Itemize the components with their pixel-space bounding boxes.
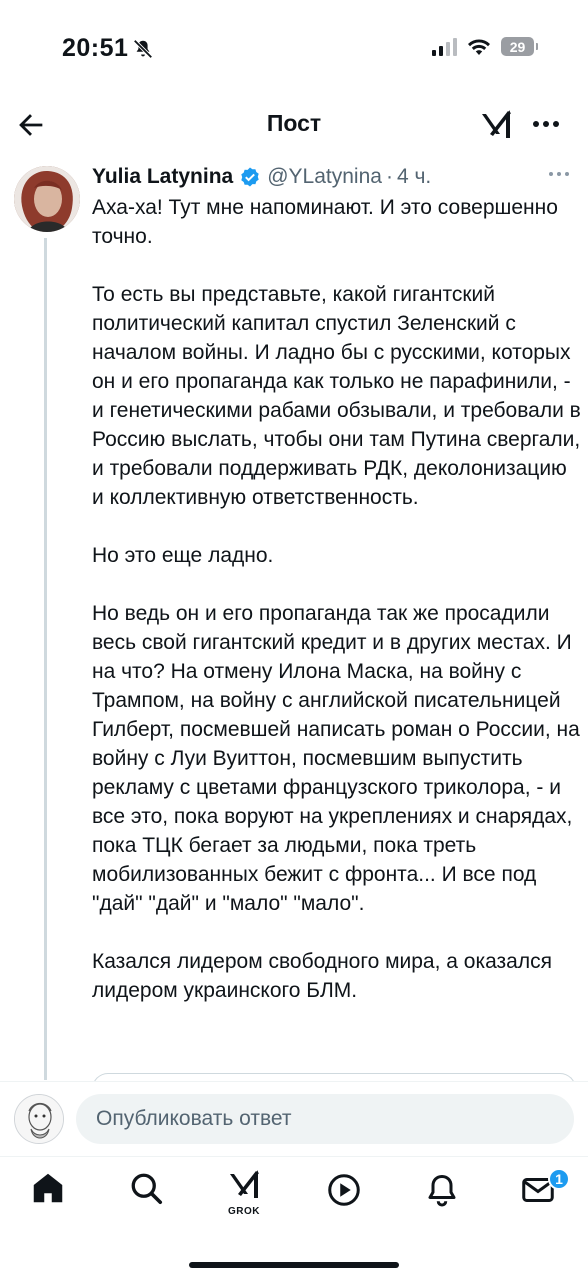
status-time: 20:51	[62, 34, 154, 63]
cellular-signal-icon	[432, 37, 457, 56]
home-icon	[33, 1173, 63, 1203]
home-indicator[interactable]	[189, 1262, 399, 1268]
avatar-photo	[14, 166, 80, 232]
grok-nav-label: GROK	[228, 1206, 260, 1217]
author-avatar[interactable]	[14, 166, 80, 232]
thread-line	[44, 238, 47, 1080]
post-header: Yulia Latynina @YLatynina · 4 ч.	[92, 164, 431, 190]
bell-icon	[428, 1175, 456, 1207]
author-handle[interactable]: @YLatynina	[267, 164, 382, 190]
status-indicators: 29	[432, 37, 538, 56]
grok-icon	[230, 1170, 259, 1198]
grok-icon	[482, 110, 511, 138]
clock-text: 20:51	[62, 34, 129, 62]
post-paragraph: Но это еще ладно.	[92, 544, 274, 567]
bell-slash-icon	[133, 38, 153, 59]
header-more-button[interactable]	[530, 110, 562, 138]
wifi-icon	[468, 38, 490, 55]
post-paragraph: Аха-ха! Тут мне напоминают. И это соверш…	[92, 196, 558, 248]
post-paragraph: Казался лидером свободного мира, а оказа…	[92, 950, 552, 1002]
avatar-sketch	[15, 1095, 63, 1143]
user-avatar[interactable]	[14, 1094, 64, 1144]
author-name[interactable]: Yulia Latynina	[92, 164, 233, 190]
verified-badge-icon	[241, 167, 259, 187]
nav-home[interactable]	[30, 1170, 70, 1210]
battery-indicator: 29	[501, 37, 538, 56]
reply-input[interactable]: Опубликовать ответ	[76, 1094, 574, 1144]
nav-grok[interactable]	[228, 1166, 268, 1206]
reply-bar: Опубликовать ответ	[0, 1081, 588, 1156]
more-horizontal-icon	[549, 172, 569, 176]
status-bar: 20:51 29	[0, 0, 588, 96]
grok-button[interactable]	[480, 106, 516, 142]
messages-badge: 1	[548, 1168, 570, 1190]
top-header: Пост	[0, 96, 588, 154]
more-horizontal-icon	[533, 121, 559, 127]
post-text: Аха-ха! Тут мне напоминают. И это соверш…	[92, 193, 582, 1034]
post-paragraph: То есть вы представьте, какой гигантский…	[92, 283, 581, 509]
play-circle-icon	[328, 1174, 360, 1206]
nav-notifications[interactable]	[424, 1172, 464, 1212]
post-time[interactable]: 4 ч.	[397, 164, 431, 190]
post-paragraph: Но ведь он и его пропаганда так же проса…	[92, 602, 580, 915]
nav-search[interactable]	[128, 1170, 168, 1210]
nav-video[interactable]	[326, 1172, 366, 1212]
meta-separator: ·	[385, 165, 393, 188]
search-icon	[131, 1173, 163, 1205]
post-more-button[interactable]	[548, 162, 570, 185]
